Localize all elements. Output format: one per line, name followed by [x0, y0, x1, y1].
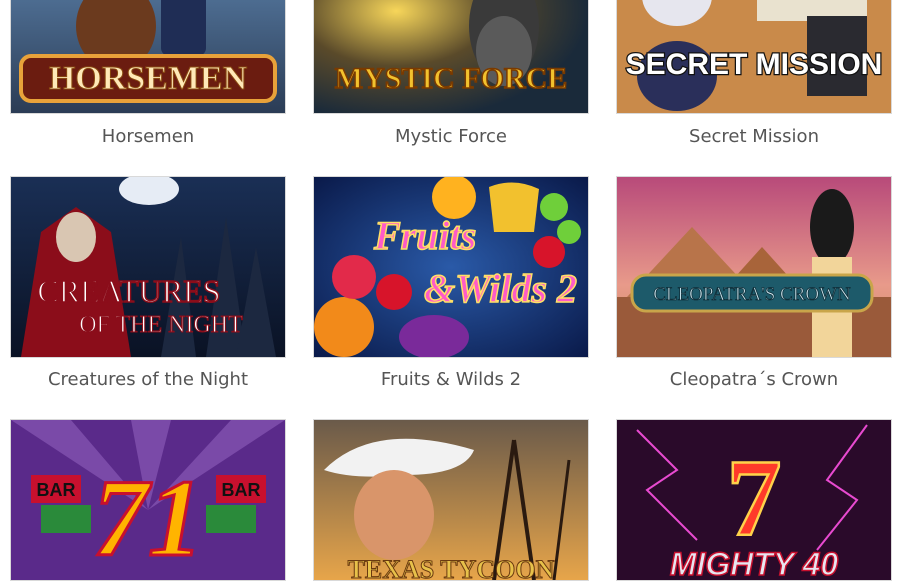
mighty-seven-text: 7	[727, 437, 782, 559]
bar-label-right: BAR	[222, 480, 261, 500]
texas-tycoon-thumbnail[interactable]: TEXAS TYCOON	[313, 419, 589, 581]
mighty-40-logo-text: MIGHTY 40	[670, 546, 839, 580]
game-card-mighty-40[interactable]: 7 MIGHTY 40	[616, 0, 892, 581]
game-card-seventy-one[interactable]: BAR BAR 71	[10, 0, 286, 581]
game-card-texas-tycoon[interactable]: TEXAS TYCOON	[313, 0, 589, 581]
sevens-logo-text: 71	[93, 457, 203, 579]
sevens-bars-thumbnail[interactable]: BAR BAR 71	[10, 419, 286, 581]
bar-label-left: BAR	[37, 480, 76, 500]
mighty-40-thumbnail[interactable]: 7 MIGHTY 40	[616, 419, 892, 581]
